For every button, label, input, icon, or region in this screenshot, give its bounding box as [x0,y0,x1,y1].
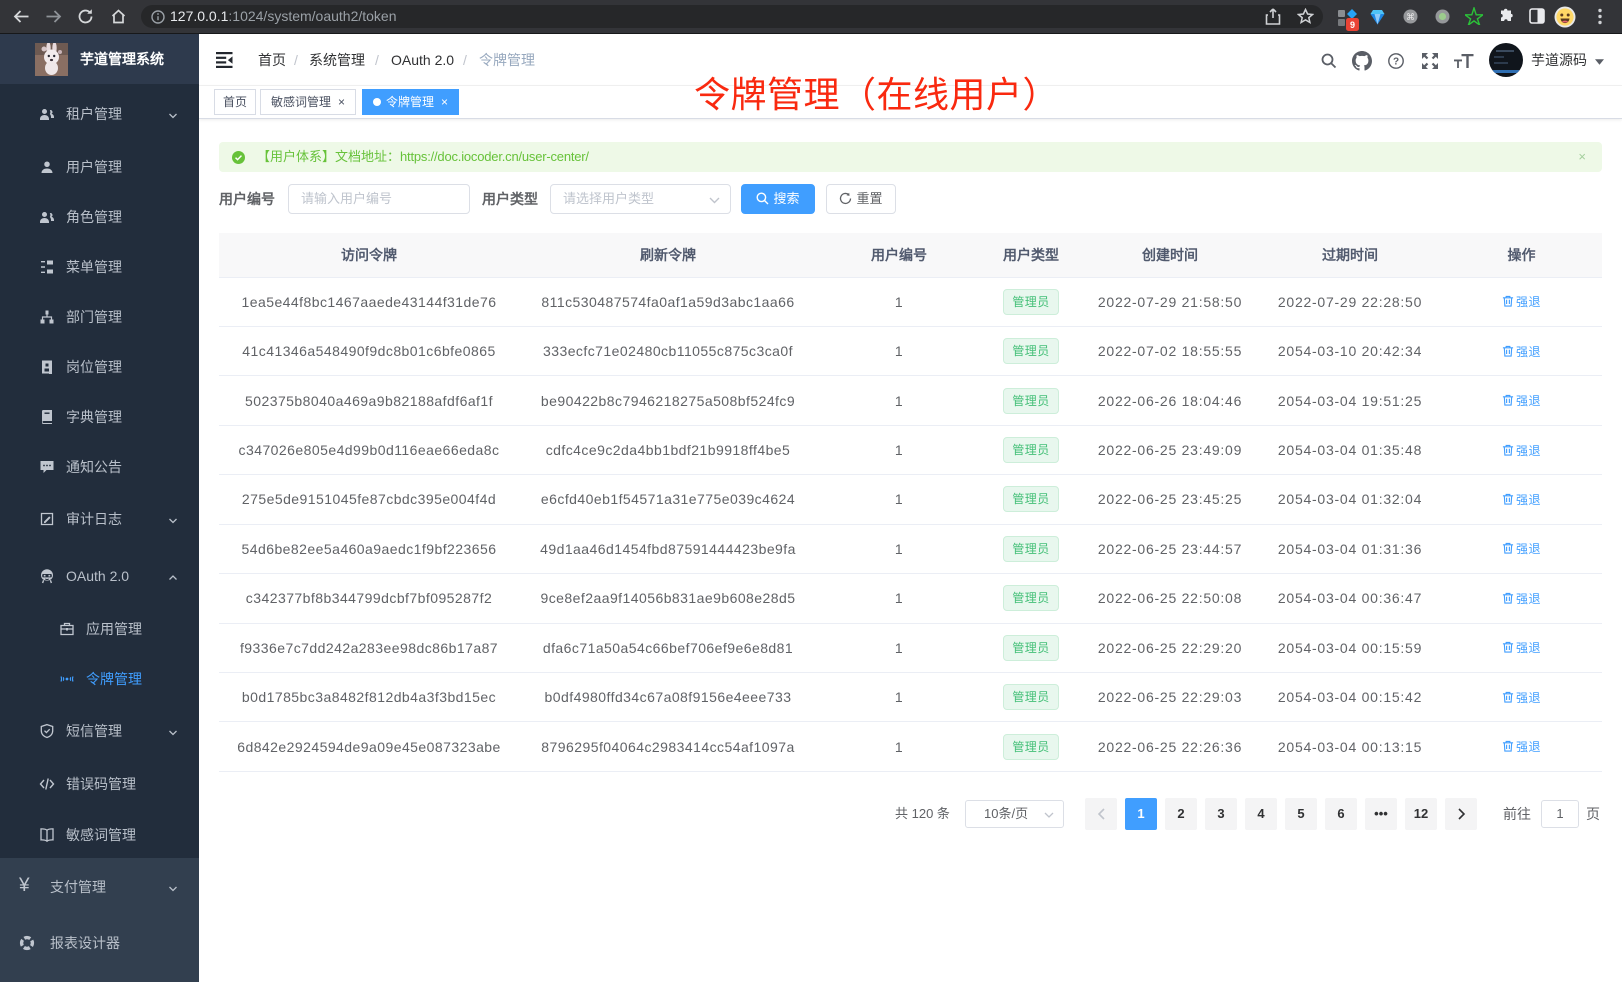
svg-text:9: 9 [1350,20,1355,30]
svg-text:?: ? [1393,57,1399,68]
svg-text:⌘: ⌘ [1406,12,1415,22]
